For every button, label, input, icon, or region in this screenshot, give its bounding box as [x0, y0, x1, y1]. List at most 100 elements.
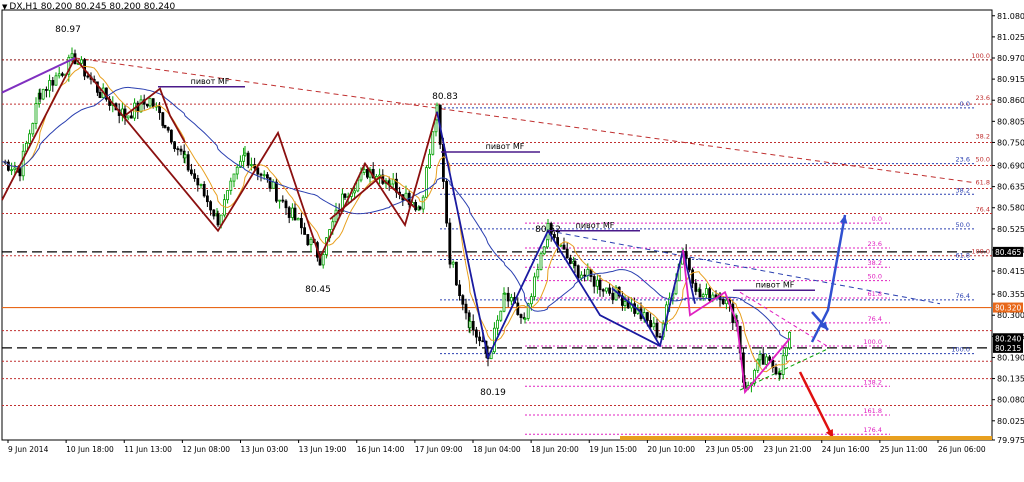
trend-line-green: [739, 347, 831, 391]
fib-label-blue: 61.8: [956, 252, 970, 260]
price-badge-label: 80.215: [995, 344, 1021, 353]
candle-body: [334, 209, 338, 223]
candle-body: [608, 287, 611, 294]
candle-body: [189, 169, 193, 175]
candle-body: [516, 302, 520, 315]
price-badge-label: 80.240: [995, 334, 1021, 343]
candle-body: [573, 260, 577, 267]
candle-body: [199, 183, 203, 186]
candle-body: [421, 196, 425, 210]
candle-body: [193, 173, 197, 179]
candle-body: [691, 269, 694, 284]
target-zone-bar: [620, 436, 992, 440]
fib-label-blue: 76.4: [956, 292, 970, 300]
candle-body: [21, 150, 25, 177]
x-tick-label: 13 Jun 19:00: [299, 445, 347, 454]
candle-body: [48, 80, 51, 91]
y-tick-label: 80.525: [997, 225, 1024, 234]
candle-body: [38, 92, 42, 100]
x-tick-label: 17 Jun 09:00: [415, 445, 463, 454]
candle-body: [54, 75, 58, 86]
candle-body: [353, 190, 357, 194]
candle-body: [173, 141, 177, 150]
candle-body: [34, 103, 38, 124]
fib-label-blue: 23.6: [956, 156, 970, 164]
y-tick-label: 80.970: [997, 54, 1024, 63]
candle-body: [151, 98, 155, 108]
x-tick-label: 16 Jun 14:00: [357, 445, 405, 454]
candle-body: [296, 218, 300, 221]
y-tick-label: 80.300: [997, 311, 1024, 320]
candle-body: [86, 75, 90, 78]
y-tick-label: 80.580: [997, 204, 1024, 213]
candle-body: [51, 80, 55, 86]
candle-body: [7, 161, 10, 171]
candle-body: [468, 320, 472, 328]
candle-body: [542, 246, 546, 255]
candle-body: [688, 258, 691, 271]
candle-body: [778, 372, 782, 375]
candle-body: [281, 199, 285, 202]
candle-body: [61, 73, 64, 76]
candle-body: [176, 148, 180, 151]
candle-body: [18, 167, 22, 177]
candle-body: [303, 227, 307, 235]
x-tick-label: 26 Jun 06:00: [938, 445, 986, 454]
fib-label-pink: 76.4: [868, 315, 882, 323]
candle-body: [249, 164, 253, 166]
candle-body: [698, 289, 702, 298]
candle-body: [232, 173, 236, 182]
pivot-label: пивот MF: [576, 221, 615, 230]
candle-body: [209, 201, 213, 211]
candle-body: [212, 209, 216, 217]
candle-body: [519, 314, 523, 318]
candle-body: [196, 178, 200, 186]
candle-body: [586, 269, 590, 276]
y-tick-label: 80.355: [997, 290, 1024, 299]
candle-body: [598, 279, 602, 290]
fib-label-pink: 176.4: [863, 426, 882, 434]
x-tick-label: 24 Jun 16:00: [822, 445, 870, 454]
candle-body: [256, 167, 260, 175]
candle-body: [299, 218, 303, 229]
candle-body: [448, 257, 452, 265]
candle-body: [761, 354, 765, 365]
price-chart[interactable]: 81.080 81.025 80.970 80.915 80.860 80.805 80.7…: [0, 0, 1024, 482]
candle-body: [278, 199, 282, 202]
candle-body: [471, 320, 475, 331]
candle-body: [478, 336, 482, 342]
candle-body: [145, 103, 149, 107]
candle-body: [605, 287, 608, 292]
fib-label-pink: 0.0: [872, 215, 882, 223]
x-tick-label: 12 Jun 08:00: [182, 445, 230, 454]
candle-body: [259, 173, 263, 176]
candle-body: [424, 167, 428, 198]
swing-label: 80.97: [55, 25, 81, 35]
swing-label: 80.45: [305, 285, 331, 295]
candle-body: [509, 297, 513, 302]
candle-body: [166, 127, 170, 131]
y-tick-label: 80.080: [997, 396, 1024, 405]
candle-body: [481, 340, 485, 343]
candle-body: [205, 195, 209, 203]
price-badge-label: 80.465: [995, 248, 1021, 257]
y-tick-label: 81.080: [997, 12, 1024, 21]
candle-body: [503, 292, 507, 295]
candle-body: [31, 123, 35, 135]
candle-body: [284, 200, 288, 209]
candle-body: [765, 356, 768, 365]
x-tick-label: 13 Jun 03:00: [241, 445, 289, 454]
candle-body: [235, 166, 239, 175]
y-tick-label: 79.975: [997, 436, 1024, 445]
y-tick-label: 80.690: [997, 161, 1024, 170]
fib-label-red: 100.0: [971, 248, 990, 256]
candle-body: [454, 261, 458, 286]
y-tick-label: 80.190: [997, 353, 1024, 362]
candle-body: [601, 289, 605, 292]
candle-body: [474, 329, 478, 338]
x-tick-label: 18 Jun 04:00: [473, 445, 521, 454]
candle-body: [216, 213, 220, 226]
candle-body: [583, 274, 586, 277]
candle-body: [28, 133, 32, 144]
x-tick-label: 9 Jun 2014: [8, 445, 49, 454]
